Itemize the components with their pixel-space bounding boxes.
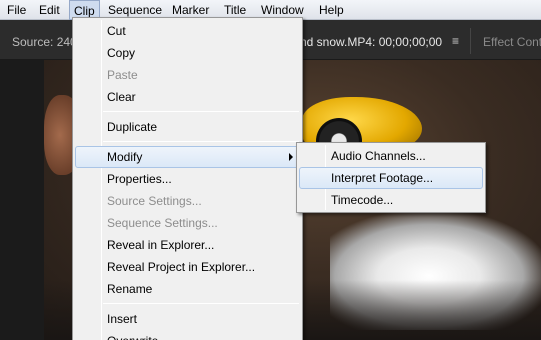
menu-item-paste[interactable]: Paste [75,64,300,86]
menu-title[interactable]: Title [224,3,246,17]
menu-edit[interactable]: Edit [39,3,60,17]
panel-menu-icon[interactable]: ≡ [452,34,459,48]
menu-item-modify[interactable]: Modify [75,146,300,168]
menu-item-copy[interactable]: Copy [75,42,300,64]
clip-menu: Cut Copy Paste Clear Duplicate Modify Pr… [72,17,303,340]
menu-marker[interactable]: Marker [172,3,209,17]
menu-item-sequence-settings[interactable]: Sequence Settings... [75,212,300,234]
menu-item-rename[interactable]: Rename [75,278,300,300]
menu-window[interactable]: Window [261,3,304,17]
menu-item-timecode[interactable]: Timecode... [299,189,483,211]
video-left-strip [0,60,44,340]
menu-item-cut[interactable]: Cut [75,20,300,42]
menu-separator [103,111,299,112]
menu-separator [103,303,299,304]
menu-item-interpret-footage[interactable]: Interpret Footage... [299,167,483,189]
source-monitor-tab[interactable]: Source: 240 [12,35,77,49]
menu-separator [103,141,299,142]
menu-item-duplicate[interactable]: Duplicate [75,116,300,138]
menu-item-reveal-explorer[interactable]: Reveal in Explorer... [75,234,300,256]
menu-item-source-settings[interactable]: Source Settings... [75,190,300,212]
menu-item-audio-channels[interactable]: Audio Channels... [299,145,483,167]
menu-item-modify-label: Modify [107,150,143,164]
menu-help[interactable]: Help [319,3,344,17]
menu-item-reveal-project[interactable]: Reveal Project in Explorer... [75,256,300,278]
menu-item-overwrite[interactable]: Overwrite [75,330,300,340]
modify-submenu: Audio Channels... Interpret Footage... T… [296,142,486,213]
menu-file[interactable]: File [7,3,26,17]
menu-item-clear[interactable]: Clear [75,86,300,108]
submenu-arrow-icon [289,153,293,161]
menu-item-insert[interactable]: Insert [75,308,300,330]
effect-controls-tab[interactable]: Effect Contr [483,35,541,49]
menu-sequence[interactable]: Sequence [108,3,162,17]
menu-item-properties[interactable]: Properties... [75,168,300,190]
program-monitor-tab[interactable]: nd snow.MP4: 00;00;00;00 [300,35,442,49]
panel-divider [470,28,471,54]
